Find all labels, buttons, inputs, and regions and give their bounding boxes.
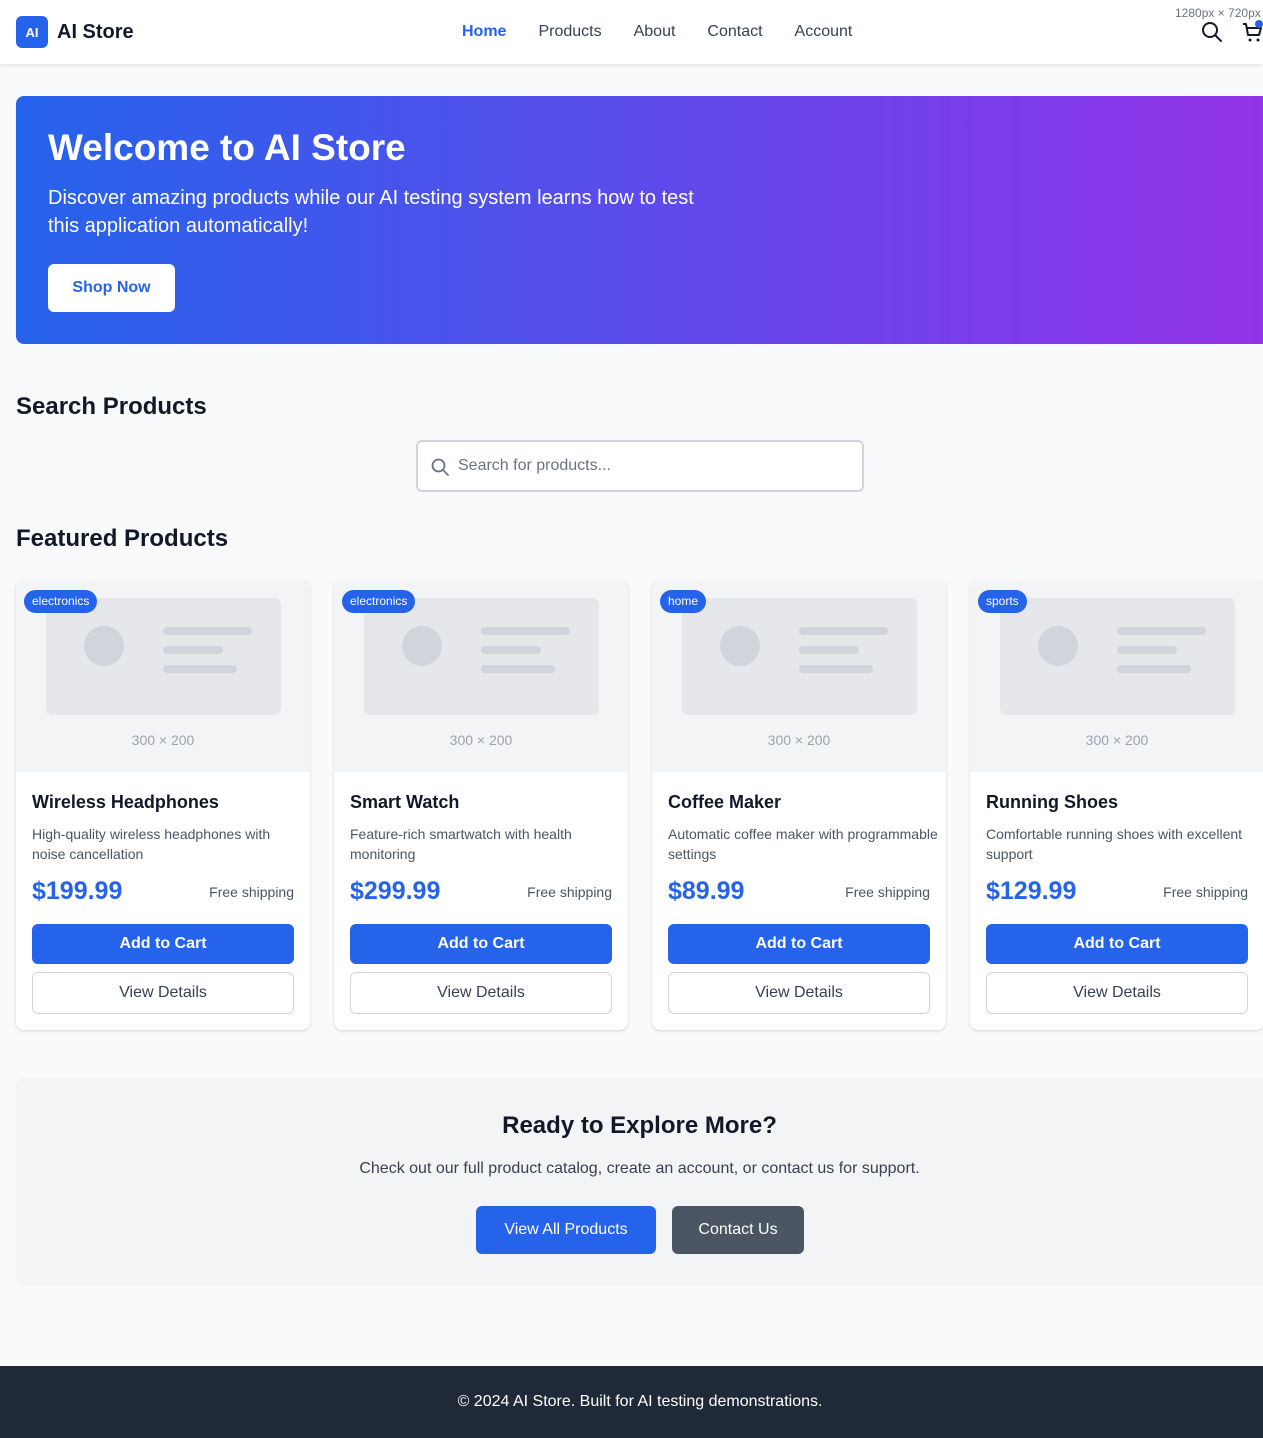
product-price: $199.99 <box>32 877 123 905</box>
view-all-products-button[interactable]: View All Products <box>476 1206 656 1254</box>
placeholder-line <box>799 646 859 654</box>
nav-home[interactable]: Home <box>462 22 506 42</box>
view-details-button[interactable]: View Details <box>986 972 1248 1014</box>
placeholder-image <box>46 598 281 715</box>
placeholder-line <box>799 665 873 673</box>
placeholder-circle <box>1038 626 1078 666</box>
shipping-info: Free shipping <box>1163 884 1248 900</box>
shop-now-button[interactable]: Shop Now <box>48 264 175 312</box>
contact-us-button[interactable]: Contact Us <box>672 1206 804 1254</box>
placeholder-image <box>682 598 917 715</box>
shipping-info: Free shipping <box>527 884 612 900</box>
nav-products[interactable]: Products <box>538 22 601 42</box>
add-to-cart-button[interactable]: Add to Cart <box>986 924 1248 964</box>
product-description: Feature-rich smartwatch with health moni… <box>350 826 572 862</box>
image-size-label: 300 × 200 <box>449 732 513 748</box>
search-input[interactable] <box>458 452 848 480</box>
cta-title: Ready to Explore More? <box>502 1112 777 1139</box>
hero-banner: Welcome to AI Store Discover amazing pro… <box>16 96 1263 344</box>
placeholder-line <box>481 646 541 654</box>
product-card: 300 × 200 electronics Wireless Headphone… <box>16 580 310 1030</box>
product-description: Comfortable running shoes with excellent… <box>986 826 1243 862</box>
product-name[interactable]: Running Shoes <box>986 790 1118 814</box>
nav-contact[interactable]: Contact <box>707 22 762 42</box>
add-to-cart-button[interactable]: Add to Cart <box>350 924 612 964</box>
placeholder-circle <box>402 626 442 666</box>
placeholder-line <box>1117 627 1206 635</box>
hero-subtitle: Discover amazing products while our AI t… <box>48 187 694 237</box>
product-card: 300 × 200 electronics Smart Watch Featur… <box>334 580 628 1030</box>
view-details-button[interactable]: View Details <box>350 972 612 1014</box>
footer-copyright: © 2024 AI Store. Built for AI testing de… <box>457 1393 823 1410</box>
product-description: Automatic coffee maker with programmable… <box>668 826 938 862</box>
site-footer: © 2024 AI Store. Built for AI testing de… <box>0 1366 1263 1438</box>
product-name[interactable]: Coffee Maker <box>668 790 781 814</box>
placeholder-line <box>1117 665 1191 673</box>
placeholder-line <box>799 627 888 635</box>
add-to-cart-button[interactable]: Add to Cart <box>668 924 930 964</box>
placeholder-image <box>1000 598 1235 715</box>
cta-section: Ready to Explore More? Check out our ful… <box>16 1078 1263 1286</box>
placeholder-line <box>163 646 223 654</box>
product-price: $299.99 <box>350 877 441 905</box>
nav-account[interactable]: Account <box>795 22 853 42</box>
cta-subtitle: Check out our full product catalog, crea… <box>359 1160 920 1177</box>
site-header: AI AI Store Home Products About Contact … <box>0 0 1263 64</box>
product-price: $89.99 <box>668 877 745 905</box>
shipping-info: Free shipping <box>845 884 930 900</box>
view-details-button[interactable]: View Details <box>32 972 294 1014</box>
placeholder-circle <box>720 626 760 666</box>
product-name[interactable]: Smart Watch <box>350 790 459 814</box>
add-to-cart-button[interactable]: Add to Cart <box>32 924 294 964</box>
placeholder-circle <box>84 626 124 666</box>
product-name[interactable]: Wireless Headphones <box>32 790 219 814</box>
category-badge: sports <box>978 590 1027 613</box>
placeholder-image <box>364 598 599 715</box>
cart-icon[interactable] <box>1240 20 1263 44</box>
view-details-button[interactable]: View Details <box>668 972 930 1014</box>
product-card: 300 × 200 sports Running Shoes Comfortab… <box>970 580 1263 1030</box>
search-section-title: Search Products <box>16 393 207 420</box>
product-card: 300 × 200 home Coffee Maker Automatic co… <box>652 580 946 1030</box>
viewport-size-label: 1280px × 720px <box>1175 6 1261 20</box>
search-icon[interactable] <box>1200 20 1224 44</box>
image-size-label: 300 × 200 <box>131 732 195 748</box>
product-price: $129.99 <box>986 877 1077 905</box>
logo-mark[interactable]: AI <box>16 16 48 48</box>
placeholder-line <box>1117 646 1177 654</box>
shipping-info: Free shipping <box>209 884 294 900</box>
category-badge: electronics <box>342 590 416 613</box>
main-nav: Home Products About Contact Account <box>462 22 884 42</box>
hero-title: Welcome to AI Store <box>48 127 406 168</box>
product-description: High-quality wireless headphones with no… <box>32 826 271 862</box>
featured-section-title: Featured Products <box>16 525 229 552</box>
brand-name[interactable]: AI Store <box>57 20 134 44</box>
image-size-label: 300 × 200 <box>767 732 831 748</box>
placeholder-line <box>481 627 570 635</box>
category-badge: home <box>660 590 707 613</box>
placeholder-line <box>163 665 237 673</box>
nav-about[interactable]: About <box>634 22 676 42</box>
category-badge: electronics <box>24 590 98 613</box>
image-size-label: 300 × 200 <box>1085 732 1149 748</box>
search-box <box>416 440 864 492</box>
search-field-icon <box>431 458 449 476</box>
placeholder-line <box>481 665 555 673</box>
placeholder-line <box>163 627 252 635</box>
